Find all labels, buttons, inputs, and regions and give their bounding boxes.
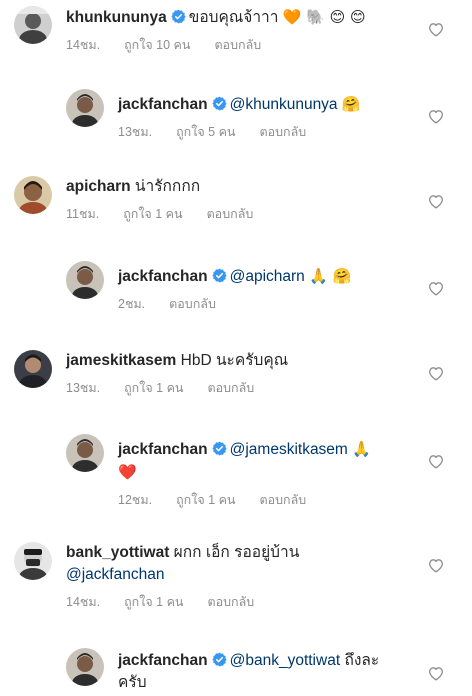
heart-outline-icon[interactable] <box>428 109 444 124</box>
verified-badge-icon <box>212 652 227 667</box>
comment-username[interactable]: apicharn <box>66 178 131 195</box>
comment-mention[interactable]: @jameskitkasem <box>230 441 348 458</box>
comment-text-continued: ครับ <box>118 674 147 691</box>
comment-text: HbD นะครับคุณ <box>180 352 289 369</box>
comment-username[interactable]: jackfanchan <box>118 268 208 285</box>
comment-time: 2ชม. <box>118 297 146 311</box>
heart-outline-icon[interactable] <box>428 281 444 296</box>
comment-username[interactable]: jameskitkasem <box>66 352 176 369</box>
heart-outline-icon[interactable] <box>428 194 444 209</box>
comment-emoji: 🙏 🤗 <box>309 267 352 285</box>
comments-list: khunkununya ขอบคุณจ้าาา 🧡 🐘 😊 😊 14ชม. ถูกใ… <box>0 0 472 696</box>
comment-username[interactable]: bank_yottiwat <box>66 544 169 561</box>
comment-likes[interactable]: ถูกใจ 5 คน <box>176 125 235 139</box>
comment-likes[interactable]: ถูกใจ 10 คน <box>124 38 190 52</box>
avatar-khunkununya[interactable] <box>14 6 52 44</box>
comment-emoji: 🤗 <box>341 95 361 113</box>
reply-button[interactable]: ตอบกลับ <box>259 125 306 139</box>
comment-mention[interactable]: @jackfanchan <box>66 566 164 583</box>
comment-meta: 12ชม. ถูกใจ 1 คน ตอบกลับ <box>118 492 420 508</box>
comment-text: ผกก เอ็ก รออยู่บ้าน <box>173 544 300 561</box>
reply-button[interactable]: ตอบกลับ <box>259 493 306 507</box>
reply-button[interactable]: ตอบกลับ <box>169 297 216 311</box>
heart-emoji: ❤️ <box>118 463 137 481</box>
avatar-jameskitkasem[interactable] <box>14 350 52 388</box>
verified-badge-icon <box>212 268 227 283</box>
comment-time: 14ชม. <box>66 595 101 609</box>
avatar-jackfanchan[interactable] <box>66 648 104 686</box>
avatar-jackfanchan[interactable] <box>66 434 104 472</box>
avatar-jackfanchan[interactable] <box>66 89 104 127</box>
comment-time: 14ชม. <box>66 38 101 52</box>
comment-meta: 14ชม. ถูกใจ 1 คน ตอบกลับ <box>66 594 420 610</box>
comment-time: 13ชม. <box>118 125 153 139</box>
comment-mention[interactable]: @bank_yottiwat <box>230 652 341 669</box>
comment-emoji: 🧡 🐘 😊 😊 <box>282 8 366 26</box>
reply-button[interactable]: ตอบกลับ <box>207 381 254 395</box>
comment-mention[interactable]: @khunkununya <box>230 96 338 113</box>
avatar-bank-yottiwat[interactable] <box>14 542 52 580</box>
heart-outline-icon[interactable] <box>428 558 444 573</box>
avatar-jackfanchan[interactable] <box>66 261 104 299</box>
comment-text: น่ารักกกก <box>134 178 201 195</box>
comment-time: 13ชม. <box>66 381 101 395</box>
reply-button[interactable]: ตอบกลับ <box>207 595 254 609</box>
heart-outline-icon[interactable] <box>428 666 444 681</box>
comment-likes[interactable]: ถูกใจ 1 คน <box>176 493 235 507</box>
comment-username[interactable]: jackfanchan <box>118 441 208 458</box>
comment-emoji: 🙏 <box>352 440 371 458</box>
comment-likes[interactable]: ถูกใจ 1 คน <box>123 207 182 221</box>
comment-username[interactable]: jackfanchan <box>118 652 208 669</box>
comment-username[interactable]: jackfanchan <box>118 96 208 113</box>
verified-badge-icon <box>212 441 227 456</box>
verified-badge-icon <box>171 9 186 24</box>
comment-meta: 11ชม. ถูกใจ 1 คน ตอบกลับ <box>66 206 420 222</box>
comment-username[interactable]: khunkununya <box>66 9 167 26</box>
comment-meta: 14ชม. ถูกใจ 10 คน ตอบกลับ <box>66 37 420 53</box>
heart-outline-icon[interactable] <box>428 366 444 381</box>
comment-text: ถึงละ <box>344 652 380 669</box>
comment-meta: 2ชม. ตอบกลับ <box>118 296 420 312</box>
heart-outline-icon[interactable] <box>428 454 444 469</box>
comment-text: ขอบคุณจ้าาา <box>188 9 279 26</box>
avatar-apicharn[interactable] <box>14 176 52 214</box>
reply-button[interactable]: ตอบกลับ <box>214 38 261 52</box>
comment-mention[interactable]: @apicharn <box>230 268 305 285</box>
heart-outline-icon[interactable] <box>428 22 444 37</box>
comment-likes[interactable]: ถูกใจ 1 คน <box>124 381 183 395</box>
reply-button[interactable]: ตอบกลับ <box>207 207 254 221</box>
comment-time: 11ชม. <box>66 207 100 221</box>
comment-time: 12ชม. <box>118 493 153 507</box>
verified-badge-icon <box>212 96 227 111</box>
comment-meta: 13ชม. ถูกใจ 1 คน ตอบกลับ <box>66 380 420 396</box>
comment-meta: 13ชม. ถูกใจ 5 คน ตอบกลับ <box>118 124 420 140</box>
comment-likes[interactable]: ถูกใจ 1 คน <box>124 595 183 609</box>
